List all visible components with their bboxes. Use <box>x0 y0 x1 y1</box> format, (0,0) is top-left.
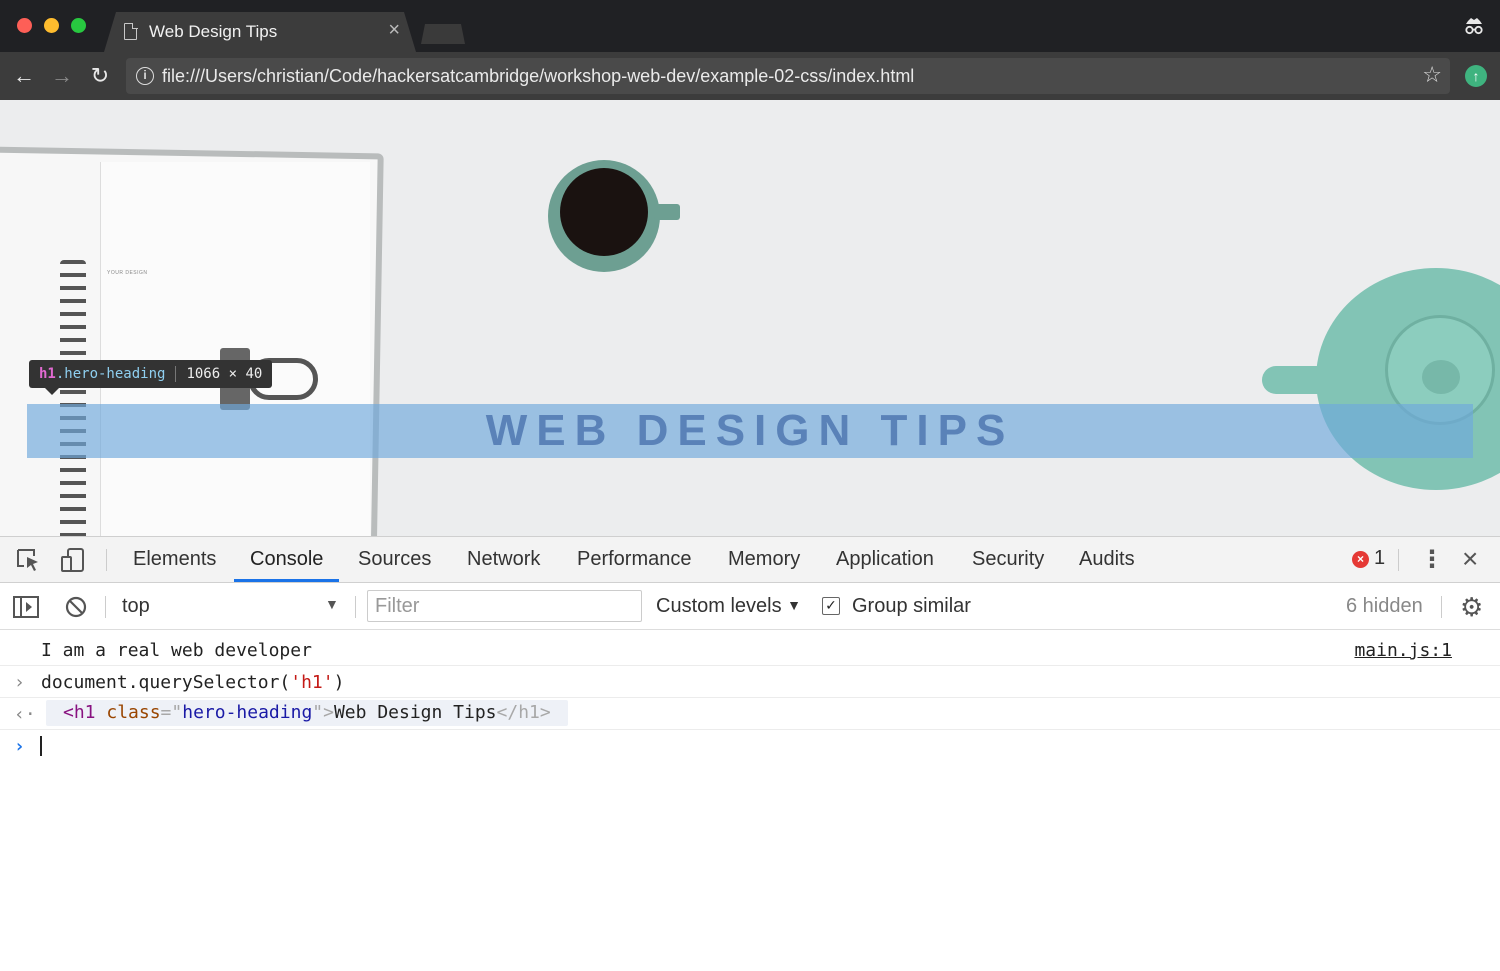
info-icon[interactable]: i <box>136 67 154 85</box>
maximize-window-button[interactable] <box>71 18 86 33</box>
command-chevron-icon: › <box>14 672 25 693</box>
context-selector[interactable]: top <box>122 595 150 618</box>
console-result-row: ‹· <h1 class="hero-heading">Web Design T… <box>0 698 1500 730</box>
tab-sources[interactable]: Sources <box>358 537 431 582</box>
tab-security[interactable]: Security <box>972 537 1044 582</box>
toolbar-divider <box>1398 549 1399 571</box>
tab-application[interactable]: Application <box>836 537 934 582</box>
result-close-tag: </h1> <box>496 702 551 723</box>
log-source-link[interactable]: main.js:1 <box>1354 640 1452 661</box>
result-attr-name: class <box>95 702 161 723</box>
tab-title: Web Design Tips <box>149 22 278 41</box>
tab-memory[interactable]: Memory <box>728 537 800 582</box>
filter-input[interactable] <box>367 590 642 622</box>
hero-heading: WEB DESIGN TIPS <box>485 406 1015 455</box>
tooltip-class: .hero-heading <box>55 366 166 382</box>
console-output: I am a real web developer main.js:1 › do… <box>0 630 1500 971</box>
command-text: document.querySelector('h1') <box>41 672 344 693</box>
log-levels-label: Custom levels <box>656 595 782 617</box>
inspect-tooltip: h1 .hero-heading 1066 × 40 <box>29 360 273 395</box>
gear-icon[interactable]: ⚙ <box>1460 592 1483 623</box>
forward-arrow-icon[interactable]: → <box>48 62 76 90</box>
input-chevron-icon: › <box>14 736 25 757</box>
text-caret <box>40 736 42 756</box>
result-element-node[interactable]: <h1 class="hero-heading">Web Design Tips… <box>46 700 568 726</box>
toolbar-divider <box>105 596 106 618</box>
browser-tab[interactable]: Web Design Tips × <box>104 12 416 52</box>
result-attr-value: hero-heading <box>182 702 313 723</box>
toolbar-divider <box>1441 596 1442 618</box>
toolbar-divider <box>355 596 356 618</box>
teapot-knob <box>1422 360 1460 394</box>
toolbar-divider <box>106 549 107 571</box>
group-similar-checkbox[interactable]: ✓ <box>822 597 840 615</box>
command-prefix: document.querySelector( <box>41 672 291 693</box>
close-window-button[interactable] <box>17 18 32 33</box>
tab-console[interactable]: Console <box>234 537 340 582</box>
inspect-element-icon[interactable] <box>16 548 42 572</box>
result-open-tag: <h1 <box>63 702 96 723</box>
document-icon <box>124 22 138 40</box>
chevron-down-icon[interactable]: ▼ <box>325 596 339 612</box>
tooltip-divider <box>175 366 177 382</box>
tab-elements[interactable]: Elements <box>133 537 216 582</box>
result-arrow-icon: ‹· <box>14 704 36 725</box>
result-text: Web Design Tips <box>333 702 497 723</box>
incognito-icon <box>1465 18 1483 35</box>
minimize-window-button[interactable] <box>44 18 59 33</box>
tab-network[interactable]: Network <box>467 537 540 582</box>
window-titlebar: Web Design Tips × <box>0 0 1500 52</box>
tab-audits[interactable]: Audits <box>1079 537 1135 582</box>
new-tab-button[interactable] <box>421 24 465 44</box>
page-viewport: YOUR DESIGN WEB DESIGN TIPS h1 .hero-head… <box>0 100 1500 536</box>
sidebar-toggle-icon[interactable] <box>13 595 39 619</box>
console-command-row: › document.querySelector('h1') <box>0 666 1500 698</box>
tab-close-icon[interactable]: × <box>388 20 400 40</box>
notebook-spiral <box>60 260 86 536</box>
more-options-icon[interactable]: ⋮ <box>1420 545 1444 574</box>
bookmark-star-icon[interactable]: ☆ <box>1422 62 1442 88</box>
command-suffix: ) <box>333 672 345 693</box>
coffee-cup-image <box>548 160 660 272</box>
back-arrow-icon[interactable]: ← <box>10 62 38 90</box>
result-attr-eq: =" <box>160 702 183 723</box>
console-log-row: I am a real web developer main.js:1 <box>0 634 1500 666</box>
group-similar-label[interactable]: Group similar <box>852 595 971 618</box>
tooltip-tag: h1 <box>39 366 56 382</box>
console-toolbar: top ▼ Custom levels ▼ ✓ Group similar 6 … <box>0 584 1500 630</box>
notebook-brand-text: YOUR DESIGN <box>107 270 148 276</box>
command-argument: 'h1' <box>290 672 334 693</box>
error-icon[interactable]: × <box>1352 551 1369 568</box>
device-toolbar-icon[interactable] <box>60 548 86 572</box>
clear-console-icon[interactable] <box>64 595 90 619</box>
close-devtools-icon[interactable]: × <box>1462 543 1478 575</box>
devtools-panel: Elements Console Sources Network Perform… <box>0 536 1500 971</box>
extension-update-icon[interactable]: ↑ <box>1465 65 1487 87</box>
result-attr-close: "> <box>312 702 334 723</box>
coffee-cup-handle <box>654 204 680 220</box>
log-levels-dropdown[interactable]: Custom levels ▼ <box>656 595 801 618</box>
error-count[interactable]: 1 <box>1374 547 1385 570</box>
chevron-down-icon: ▼ <box>787 597 802 613</box>
devtools-tab-bar: Elements Console Sources Network Perform… <box>0 537 1500 583</box>
address-bar[interactable]: i file:///Users/christian/Code/hackersat… <box>126 58 1450 94</box>
hidden-messages-count: 6 hidden <box>1346 595 1423 617</box>
browser-toolbar: ← → ↻ i file:///Users/christian/Code/hac… <box>0 52 1500 100</box>
console-input-row[interactable]: › <box>0 730 1500 762</box>
tooltip-dimensions: 1066 × 40 <box>186 366 263 382</box>
tab-performance[interactable]: Performance <box>577 537 692 582</box>
url-text[interactable]: file:///Users/christian/Code/hackersatca… <box>162 66 914 87</box>
reload-icon[interactable]: ↻ <box>86 62 114 90</box>
log-message: I am a real web developer <box>41 640 312 661</box>
